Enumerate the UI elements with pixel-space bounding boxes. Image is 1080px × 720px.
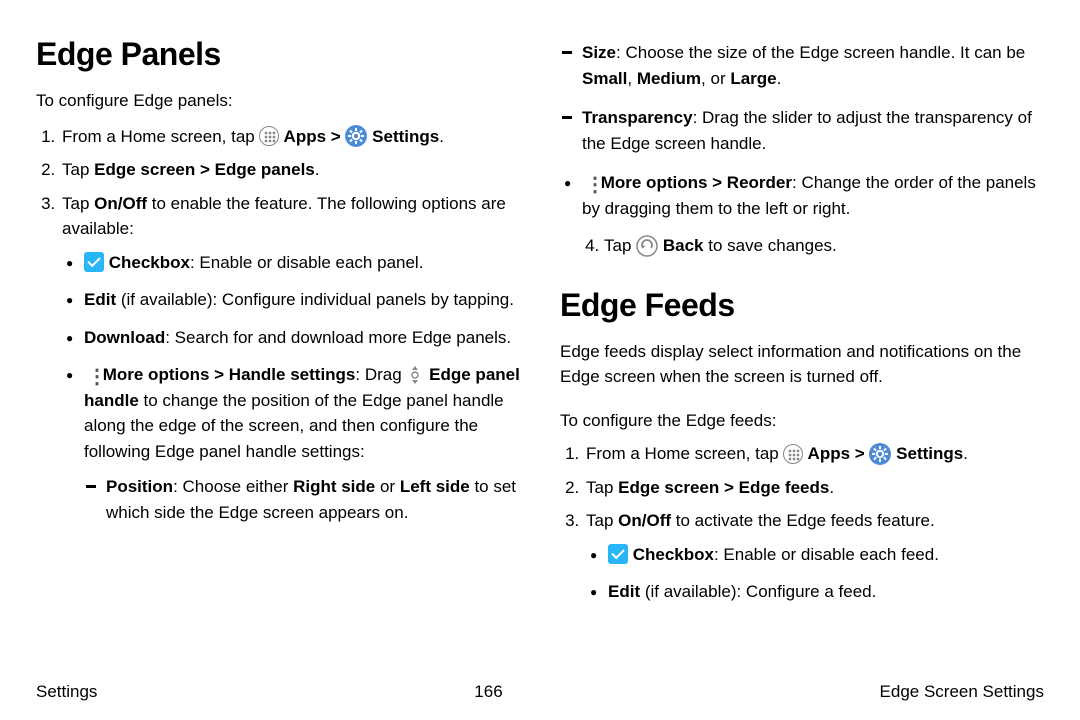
- handle-dashes-cont: Size: Choose the size of the Edge screen…: [560, 40, 1044, 156]
- left-column: Edge Panels To configure Edge panels: Fr…: [36, 30, 520, 617]
- panels-step4: Tap Back to save changes.: [560, 233, 1044, 259]
- heading-edge-panels: Edge Panels: [36, 30, 520, 78]
- apps-icon: [259, 126, 279, 146]
- intro-text: To configure Edge panels:: [36, 88, 520, 114]
- bullet-more-options: More options > Handle settings: Drag Edg…: [62, 362, 520, 525]
- feed-step-1: From a Home screen, tap Apps > Settings.: [584, 441, 1044, 467]
- step-2: Tap Edge screen > Edge panels.: [60, 157, 520, 183]
- footer-page-number: 166: [474, 682, 502, 702]
- feed-step-2: Tap Edge screen > Edge feeds.: [584, 475, 1044, 501]
- feed-step-3: Tap On/Off to activate the Edge feeds fe…: [584, 508, 1044, 605]
- step3-bullets: Checkbox: Enable or disable each panel. …: [62, 250, 520, 526]
- handle-icon: [406, 363, 424, 387]
- page-footer: Settings 166 Edge Screen Settings: [36, 682, 1044, 702]
- gear-icon: [345, 125, 367, 147]
- bullet-checkbox: Checkbox: Enable or disable each panel.: [62, 250, 520, 276]
- dash-size: Size: Choose the size of the Edge screen…: [560, 40, 1044, 91]
- bullet-reorder: More options > Reorder: Change the order…: [560, 170, 1044, 221]
- dash-position: Position: Choose either Right side or Le…: [84, 474, 520, 525]
- more-options-icon: [84, 365, 98, 385]
- handle-dashes: Position: Choose either Right side or Le…: [84, 474, 520, 525]
- dash-transparency: Transparency: Drag the slider to adjust …: [560, 105, 1044, 156]
- feeds-intro: Edge feeds display select information an…: [560, 339, 1044, 390]
- footer-left: Settings: [36, 682, 97, 702]
- gear-icon: [869, 443, 891, 465]
- checkbox-icon: [608, 544, 628, 564]
- step-1: From a Home screen, tap Apps > Settings.: [60, 124, 520, 150]
- feed-bullet-edit: Edit (if available): Configure a feed.: [586, 579, 1044, 605]
- back-icon: [636, 235, 658, 257]
- reorder-bullet: More options > Reorder: Change the order…: [560, 170, 1044, 221]
- checkbox-icon: [84, 252, 104, 272]
- feed-bullets: Checkbox: Enable or disable each feed. E…: [586, 542, 1044, 605]
- more-options-icon: [582, 173, 596, 193]
- feed-bullet-checkbox: Checkbox: Enable or disable each feed.: [586, 542, 1044, 568]
- step-3: Tap On/Off to enable the feature. The fo…: [60, 191, 520, 526]
- right-column: Size: Choose the size of the Edge screen…: [560, 30, 1044, 617]
- footer-right: Edge Screen Settings: [880, 682, 1044, 702]
- step-4: Tap Back to save changes.: [604, 233, 1044, 259]
- panels-steps: From a Home screen, tap Apps > Settings.…: [36, 124, 520, 526]
- bullet-download: Download: Search for and download more E…: [62, 325, 520, 351]
- feeds-steps: From a Home screen, tap Apps > Settings.…: [560, 441, 1044, 605]
- feeds-config-intro: To configure the Edge feeds:: [560, 408, 1044, 434]
- bullet-edit: Edit (if available): Configure individua…: [62, 287, 520, 313]
- heading-edge-feeds: Edge Feeds: [560, 281, 1044, 329]
- apps-icon: [783, 444, 803, 464]
